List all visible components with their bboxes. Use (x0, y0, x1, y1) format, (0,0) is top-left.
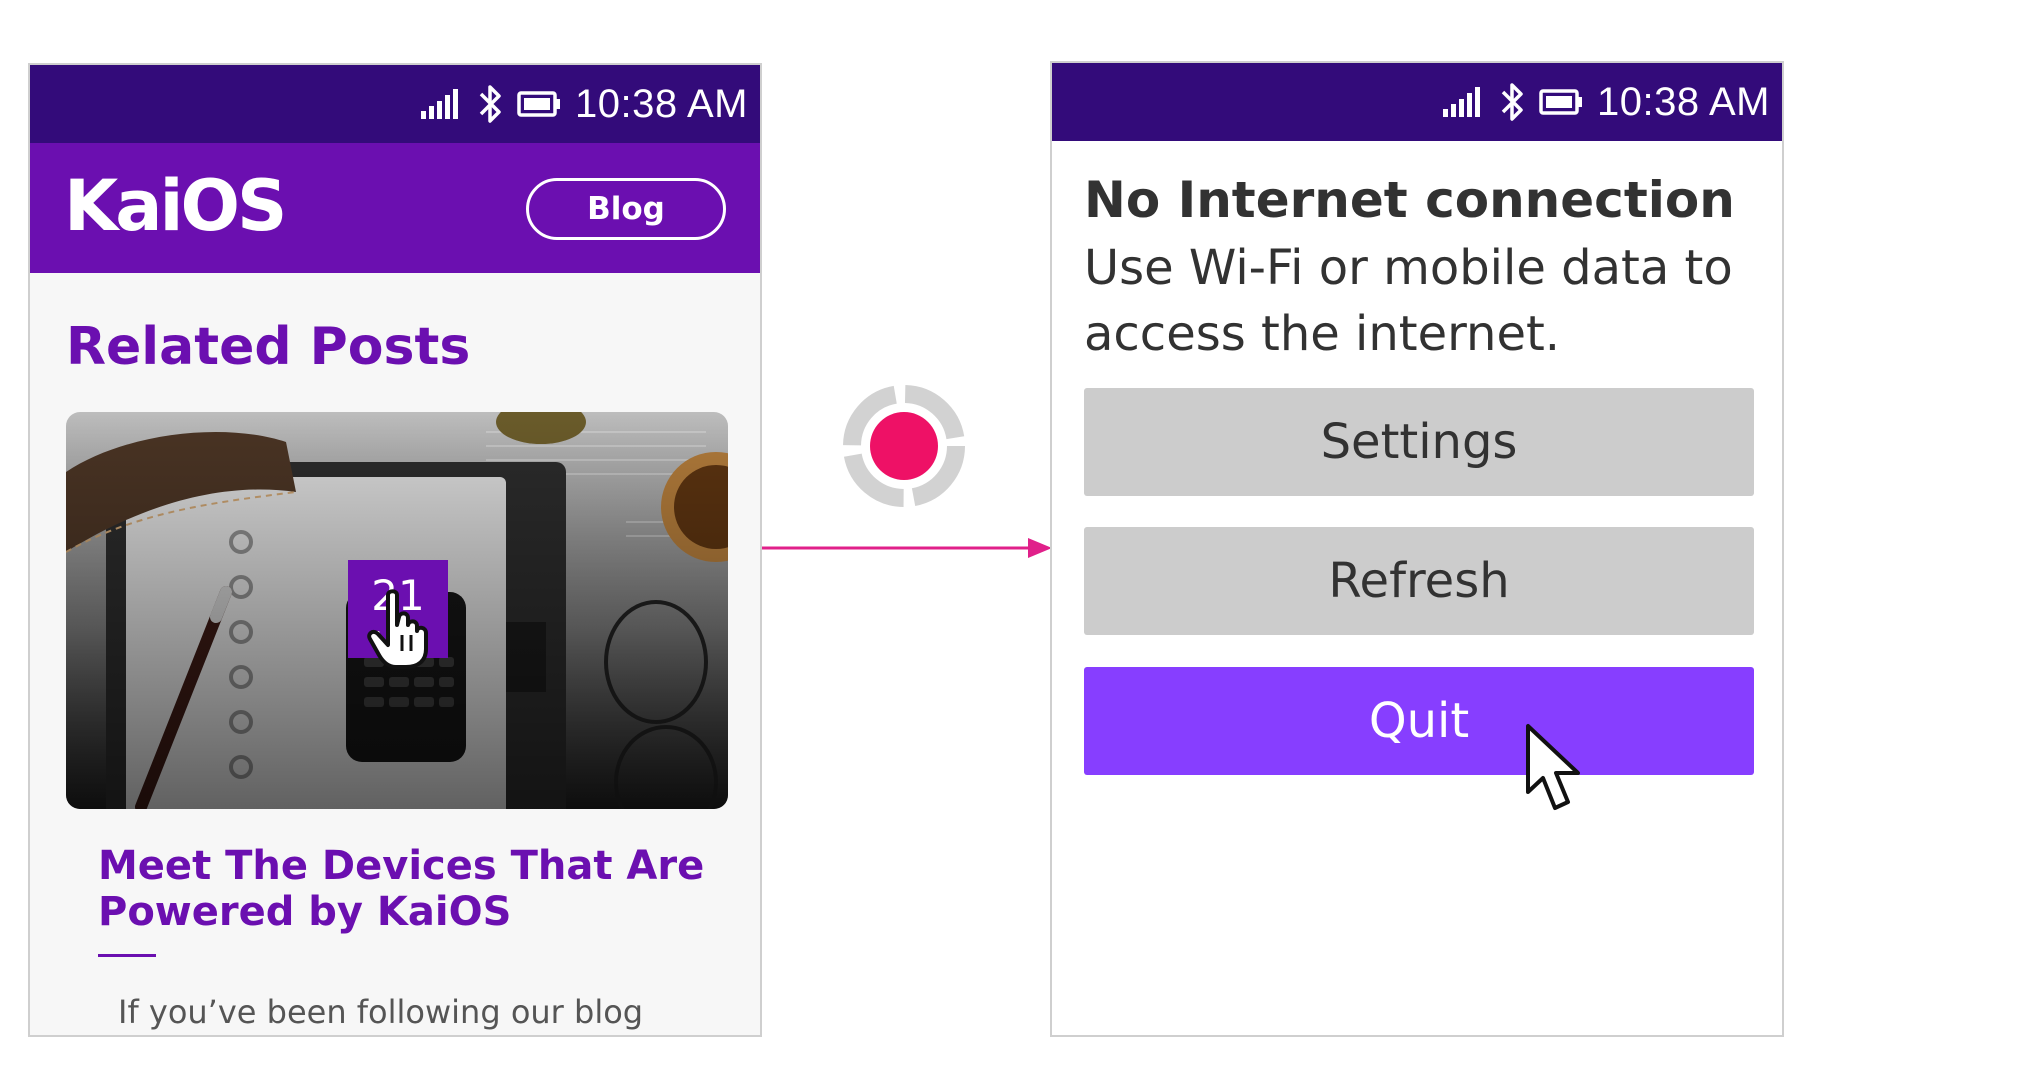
blog-button[interactable]: Blog (526, 178, 726, 240)
dialog-title: No Internet connection (1084, 171, 1735, 229)
flow-arrow (762, 538, 1052, 558)
dialog-message: Use Wi-Fi or mobile data to access the i… (1084, 240, 1733, 362)
status-time: 10:38 AM (574, 81, 748, 126)
post-image[interactable]: 21 A (66, 412, 728, 809)
battery-icon (517, 91, 561, 117)
signal-icon (420, 89, 465, 119)
kaios-logo[interactable]: KaiOS (64, 171, 287, 241)
tap-indicator-icon (843, 385, 965, 507)
status-bar: 10:38 AM (1052, 63, 1782, 141)
battery-icon (1539, 89, 1583, 115)
refresh-button[interactable]: Refresh (1084, 527, 1754, 635)
settings-button[interactable]: Settings (1084, 388, 1754, 496)
status-bar: 10:38 AM (30, 65, 760, 143)
mouse-cursor-icon (1526, 724, 1580, 810)
right-phone-screen: 10:38 AM No Internet connection Use Wi-F… (1050, 61, 1784, 1037)
section-title: Related Posts (66, 317, 471, 377)
status-time: 10:38 AM (1596, 79, 1770, 124)
post-excerpt: If you’ve been following our blog (118, 993, 644, 1031)
post-underline (98, 954, 156, 957)
quit-button[interactable]: Quit (1084, 667, 1754, 775)
signal-icon (1442, 87, 1487, 117)
bluetooth-icon (479, 83, 503, 125)
left-phone-screen: 10:38 AM KaiOS Blog Related Posts Meet T… (28, 63, 762, 1037)
post-title[interactable]: Meet The Devices That Are Powered by Kai… (98, 843, 738, 935)
bluetooth-icon (1501, 81, 1525, 123)
hand-pointer-icon (367, 589, 428, 669)
app-header: KaiOS Blog (30, 143, 760, 273)
